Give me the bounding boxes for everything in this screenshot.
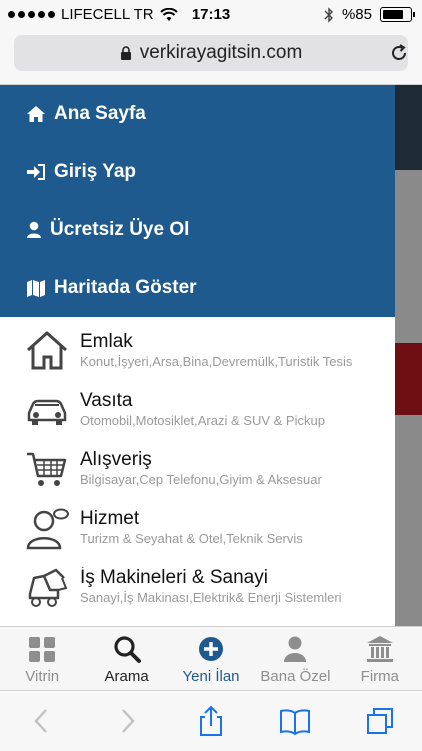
tabs-icon[interactable] xyxy=(364,705,396,737)
grid-icon xyxy=(29,636,56,662)
category-title: Emlak xyxy=(80,331,133,352)
menu-item-home[interactable]: Ana Sayfa xyxy=(0,85,395,143)
category-is-makineleri[interactable]: İş Makineleri & Sanayi Sanayi,İş Makinas… xyxy=(0,557,395,616)
forward-icon[interactable] xyxy=(111,705,143,737)
page-header-strip xyxy=(395,85,422,170)
house-icon xyxy=(26,331,68,369)
status-right: %85 xyxy=(324,6,415,23)
tab-vitrin[interactable]: Vitrin xyxy=(0,627,84,691)
category-subtitle: Turizm & Seyahat & Otel,Teknik Servis xyxy=(80,531,303,546)
page-behind-menu[interactable] xyxy=(395,85,422,626)
category-title: Hizmet xyxy=(80,508,140,529)
menu-item-label: Haritada Göster xyxy=(54,277,197,298)
browser-toolbar xyxy=(0,690,422,751)
tab-bar: Vitrin Arama Yeni İlan Bana Özel Firma xyxy=(0,626,422,691)
bluetooth-icon xyxy=(324,6,333,23)
tab-bana-ozel[interactable]: Bana Özel xyxy=(253,627,337,691)
tab-firma[interactable]: Firma xyxy=(338,627,422,691)
category-subtitle: Konut,İşyeri,Arsa,Bina,Devremülk,Turisti… xyxy=(80,354,353,369)
category-alisveris[interactable]: Alışveriş Bilgisayar,Cep Telefonu,Giyim … xyxy=(0,439,395,498)
back-icon[interactable] xyxy=(26,705,58,737)
battery-icon xyxy=(380,7,415,22)
menu-item-map[interactable]: Haritada Göster xyxy=(0,259,395,317)
menu-item-register[interactable]: Ücretsiz Üye Ol xyxy=(0,201,395,259)
map-icon xyxy=(27,280,45,297)
machine-icon xyxy=(28,567,68,607)
menu-item-label: Ana Sayfa xyxy=(54,103,146,124)
building-icon xyxy=(366,635,393,662)
tab-label: Firma xyxy=(360,667,399,685)
reload-icon[interactable] xyxy=(388,42,410,64)
share-icon[interactable] xyxy=(195,705,227,737)
menu-item-login[interactable]: Giriş Yap xyxy=(0,143,395,201)
category-title: Vasıta xyxy=(80,390,133,411)
battery-percent: %85 xyxy=(341,6,372,23)
person-icon xyxy=(26,508,69,549)
sign-in-icon xyxy=(27,164,45,180)
user-icon xyxy=(27,221,41,238)
tab-label: Yeni İlan xyxy=(182,667,240,685)
search-icon xyxy=(114,635,141,663)
plus-circle-icon xyxy=(199,636,224,661)
category-title: İş Makineleri & Sanayi xyxy=(80,567,268,588)
category-list: Emlak Konut,İşyeri,Arsa,Bina,Devremülk,T… xyxy=(0,317,395,616)
car-icon xyxy=(27,399,67,425)
tab-yeni-ilan[interactable]: Yeni İlan xyxy=(169,627,253,691)
category-subtitle: Otomobil,Motosiklet,Arazi & SUV & Pickup xyxy=(80,413,325,428)
category-subtitle: Bilgisayar,Cep Telefonu,Giyim & Aksesuar xyxy=(80,472,322,487)
tab-label: Bana Özel xyxy=(260,667,331,685)
menu-item-label: Giriş Yap xyxy=(54,161,137,182)
tab-label: Vitrin xyxy=(25,667,60,685)
primary-menu: Ana Sayfa Giriş Yap Ücretsiz Üye Ol Hari… xyxy=(0,85,395,317)
lock-icon xyxy=(120,45,131,60)
url-text: verkirayagitsin.com xyxy=(139,42,303,63)
category-vasita[interactable]: Vasıta Otomobil,Motosiklet,Arazi & SUV &… xyxy=(0,380,395,439)
side-menu: Ana Sayfa Giriş Yap Ücretsiz Üye Ol Hari… xyxy=(0,85,395,626)
page-banner-strip xyxy=(395,343,422,415)
tab-arama[interactable]: Arama xyxy=(84,627,168,691)
user-icon xyxy=(284,636,307,662)
tab-label: Arama xyxy=(104,667,149,685)
category-emlak[interactable]: Emlak Konut,İşyeri,Arsa,Bina,Devremülk,T… xyxy=(0,321,395,380)
bookmarks-icon[interactable] xyxy=(279,705,311,737)
url-field[interactable]: verkirayagitsin.com xyxy=(14,35,408,71)
menu-item-label: Ücretsiz Üye Ol xyxy=(50,219,190,240)
status-bar: LIFECELL TR 17:13 %85 xyxy=(0,0,422,30)
cart-icon xyxy=(27,452,67,486)
browser-address-bar: verkirayagitsin.com xyxy=(0,30,422,85)
category-subtitle: Sanayi,İş Makinası,Elektrik& Enerji Sist… xyxy=(80,590,342,605)
category-title: Alışveriş xyxy=(80,449,152,470)
home-icon xyxy=(27,106,45,122)
category-hizmet[interactable]: Hizmet Turizm & Seyahat & Otel,Teknik Se… xyxy=(0,498,395,557)
